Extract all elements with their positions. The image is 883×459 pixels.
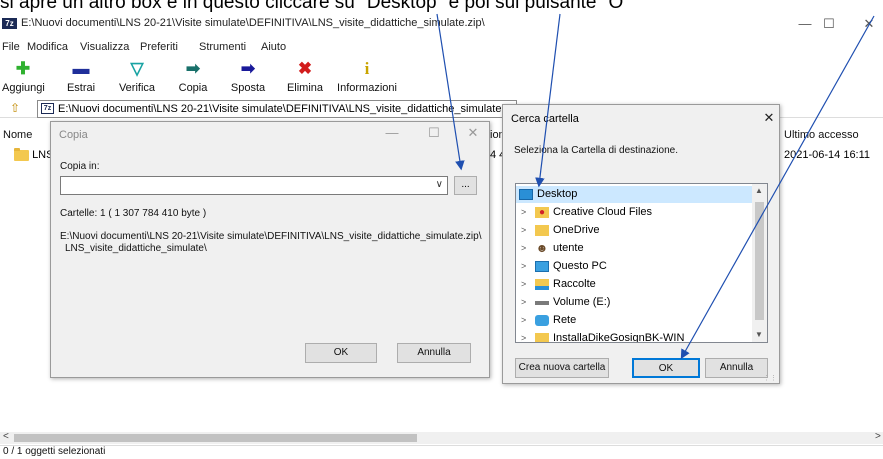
arrow-to-ok-button: [680, 15, 875, 360]
arrow-to-browse-button: [436, 13, 465, 171]
annotation-arrows: [436, 13, 875, 360]
arrow-to-desktop: [535, 13, 561, 188]
